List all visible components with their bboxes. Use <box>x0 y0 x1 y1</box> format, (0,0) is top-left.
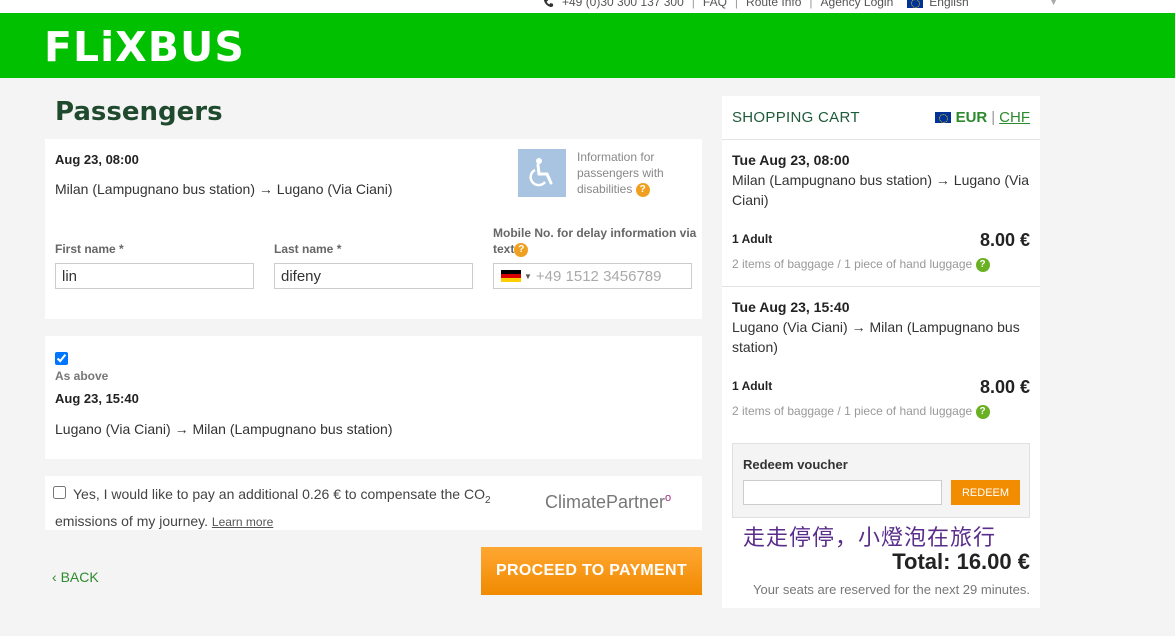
cart-title: SHOPPING CART <box>732 109 860 126</box>
top-utility-bar: +49 (0)30 300 137 300 | FAQ | Route Info… <box>0 0 1175 13</box>
cart-total: Total: 16.00 € <box>892 549 1030 574</box>
language-selector[interactable]: English <box>929 0 968 9</box>
currency-chf[interactable]: CHF <box>999 109 1030 126</box>
reservation-timer: Your seats are reserved for the next 29 … <box>752 582 1030 597</box>
mobile-label: Mobile No. for delay information via tex… <box>493 225 698 257</box>
germany-flag-icon[interactable] <box>501 269 521 283</box>
faq-link[interactable]: FAQ <box>703 0 727 9</box>
agency-login-link[interactable]: Agency Login <box>821 0 894 9</box>
cart-item-price: 8.00 € <box>979 230 1030 250</box>
utility-links: +49 (0)30 300 137 300 | FAQ | Route Info… <box>543 0 1059 9</box>
disability-info-text: Information for passengers with disabili… <box>577 150 664 196</box>
climate-partner-mark: o <box>665 492 672 504</box>
help-icon[interactable]: ? <box>975 404 990 419</box>
mobile-input[interactable] <box>535 267 686 285</box>
climate-partner-logo: ClimatePartnero <box>545 492 671 513</box>
co2-subscript: 2 <box>484 494 491 506</box>
passenger-card-return: As above Aug 23, 15:40 Lugano (Via Ciani… <box>45 336 702 459</box>
learn-more-link[interactable]: Learn more <box>212 515 273 529</box>
as-above-label: As above <box>55 369 109 383</box>
currency-eur[interactable]: EUR <box>956 109 988 126</box>
as-above-checkbox[interactable] <box>55 352 68 365</box>
cart-item-price: 8.00 € <box>979 377 1030 397</box>
page-title: Passengers <box>55 97 223 127</box>
co2-compensation-card: Yes, I would like to pay an additional 0… <box>45 476 702 530</box>
wheelchair-icon[interactable] <box>518 149 566 197</box>
mobile-field[interactable]: ▼ <box>493 263 692 289</box>
chevron-left-icon: ‹ <box>52 569 61 585</box>
eu-flag-icon <box>934 112 951 123</box>
blog-watermark: 走走停停，小燈泡在旅行 <box>743 526 997 551</box>
cart-item-date: Tue Aug 23, 08:00 <box>732 152 850 168</box>
co2-text: Yes, I would like to pay an additional 0… <box>55 484 515 533</box>
trip-date: Aug 23, 08:00 <box>55 152 139 167</box>
last-name-input[interactable] <box>274 263 473 289</box>
cart-item-route: Milan (Lampugnano bus station) → Lugano … <box>732 172 1030 208</box>
chevron-down-icon[interactable]: ▼ <box>1049 0 1059 8</box>
cart-item-passengers: 1 Adult <box>732 232 773 246</box>
trip-route: Milan (Lampugnano bus station) → Lugano … <box>55 181 393 197</box>
back-label: BACK <box>60 569 99 585</box>
back-link[interactable]: ‹ BACK <box>52 569 99 585</box>
co2-text-end: emissions of my journey. <box>55 512 209 529</box>
cart-item-date: Tue Aug 23, 15:40 <box>732 299 850 315</box>
proceed-to-payment-button[interactable]: PROCEED TO PAYMENT <box>481 547 702 595</box>
trip-date: Aug 23, 15:40 <box>55 391 139 406</box>
baggage-text: 2 items of baggage / 1 piece of hand lug… <box>732 404 973 418</box>
voucher-box: Redeem voucher REDEEM <box>732 443 1030 518</box>
last-name-label: Last name * <box>274 242 342 256</box>
redeem-button[interactable]: REDEEM <box>951 480 1020 505</box>
route-info-link[interactable]: Route Info <box>746 0 801 9</box>
flixbus-logo[interactable]: FLiXBUS <box>44 27 245 68</box>
help-icon[interactable]: ? <box>975 257 990 272</box>
first-name-input[interactable] <box>55 263 254 289</box>
co2-text-main: Yes, I would like to pay an additional 0… <box>73 486 485 502</box>
site-header: FLiXBUS <box>0 13 1175 78</box>
help-icon[interactable]: ? <box>635 182 650 197</box>
baggage-text: 2 items of baggage / 1 piece of hand lug… <box>732 257 973 271</box>
voucher-title: Redeem voucher <box>743 457 848 472</box>
cart-item-passengers: 1 Adult <box>732 379 773 393</box>
voucher-input[interactable] <box>743 480 942 505</box>
passenger-card-outbound: Aug 23, 08:00 Milan (Lampugnano bus stat… <box>45 139 702 319</box>
help-icon[interactable]: ? <box>514 242 529 257</box>
cart-item-route: Lugano (Via Ciani) → Milan (Lampugnano b… <box>732 319 1020 355</box>
cart-item-baggage: 2 items of baggage / 1 piece of hand lug… <box>732 257 990 272</box>
phone-icon <box>544 0 554 7</box>
trip-route: Lugano (Via Ciani) → Milan (Lampugnano b… <box>55 421 393 437</box>
eu-flag-icon <box>907 0 924 8</box>
support-phone[interactable]: +49 (0)30 300 137 300 <box>562 0 684 9</box>
disability-info-link[interactable]: Information for passengers with disabili… <box>577 149 687 197</box>
first-name-label: First name * <box>55 242 124 256</box>
caret-down-icon[interactable]: ▼ <box>524 272 532 281</box>
currency-switcher: EUR | CHF <box>934 109 1030 126</box>
cart-item-baggage: 2 items of baggage / 1 piece of hand lug… <box>732 404 990 419</box>
climate-partner-name: ClimatePartner <box>545 492 666 512</box>
